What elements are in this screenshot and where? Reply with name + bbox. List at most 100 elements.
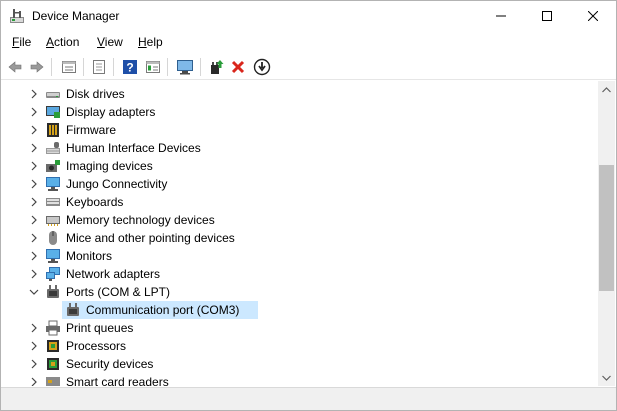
disable-device-button[interactable] (252, 57, 272, 77)
chevron-right-icon[interactable] (28, 213, 40, 227)
tree-item-label: Imaging devices (66, 159, 153, 173)
hid-icon (46, 142, 60, 154)
scrollbar-thumb[interactable] (599, 165, 614, 291)
tree-item-label: Firmware (66, 123, 116, 137)
disk-drive-icon (46, 92, 60, 98)
chevron-right-icon[interactable] (28, 141, 40, 155)
tree-item-label: Jungo Connectivity (66, 177, 168, 191)
chevron-right-icon[interactable] (28, 177, 40, 191)
tree-item-label: Smart card readers (66, 375, 169, 386)
close-button[interactable] (570, 1, 616, 31)
forward-arrow-icon (30, 61, 44, 73)
monitor-icon (46, 249, 60, 263)
chevron-right-icon[interactable] (28, 267, 40, 281)
chevron-right-icon[interactable] (28, 339, 40, 353)
port-icon (67, 303, 79, 316)
tree-item-display-adapters[interactable]: Display adapters (2, 103, 597, 121)
disable-device-icon (253, 58, 271, 76)
tree-item-ports[interactable]: Ports (COM & LPT) (2, 283, 597, 301)
scroll-down-button[interactable] (598, 369, 615, 386)
tree-item-communication-port-com3[interactable]: Communication port (COM3) (2, 301, 597, 319)
keyboard-icon (46, 198, 60, 206)
toolbar: ? (1, 54, 616, 80)
chevron-down-icon (602, 375, 611, 381)
show-hidden-button[interactable] (89, 57, 109, 77)
chevron-right-icon[interactable] (28, 231, 40, 245)
uninstall-icon (231, 60, 245, 74)
printer-icon (46, 320, 60, 336)
chevron-right-icon[interactable] (28, 357, 40, 371)
menu-help[interactable]: Help (138, 35, 163, 49)
chevron-right-icon[interactable] (28, 195, 40, 209)
tree-item-label: Display adapters (66, 105, 156, 119)
menu-action[interactable]: Action (46, 35, 79, 49)
scroll-up-button[interactable] (598, 81, 615, 98)
menu-file[interactable]: File (12, 35, 31, 49)
help-icon: ? (123, 60, 137, 75)
minimize-icon (496, 15, 506, 17)
title-bar[interactable]: Device Manager (1, 1, 616, 31)
tree-item-processors[interactable]: Processors (2, 337, 597, 355)
chevron-right-icon[interactable] (28, 159, 40, 173)
scan-hardware-button[interactable] (175, 57, 195, 77)
tree-item-imaging-devices[interactable]: Imaging devices (2, 157, 597, 175)
memory-icon (46, 216, 60, 226)
smart-card-icon (46, 377, 60, 386)
console-tree-icon (146, 61, 160, 73)
chevron-right-icon[interactable] (28, 123, 40, 137)
tree-item-mice[interactable]: Mice and other pointing devices (2, 229, 597, 247)
tree-item-network-adapters[interactable]: Network adapters (2, 265, 597, 283)
display-adapter-icon (46, 106, 60, 118)
tree-item-firmware[interactable]: Firmware (2, 121, 597, 139)
back-arrow-icon (8, 61, 22, 73)
help-button[interactable]: ? (120, 57, 140, 77)
menu-view[interactable]: View (97, 35, 123, 49)
update-driver-icon (211, 60, 224, 74)
menu-bar: File Action View Help (1, 32, 616, 53)
chevron-right-icon[interactable] (28, 87, 40, 101)
chevron-right-icon[interactable] (28, 375, 40, 386)
tree-item-label: Security devices (66, 357, 154, 371)
vertical-scrollbar[interactable] (598, 81, 615, 386)
tree-item-monitors[interactable]: Monitors (2, 247, 597, 265)
console-tree-button[interactable] (143, 57, 163, 77)
toolbar-separator (51, 58, 52, 76)
firmware-icon (47, 123, 59, 137)
maximize-icon (542, 11, 552, 21)
properties-button[interactable] (59, 57, 79, 77)
scan-hardware-icon (177, 60, 193, 75)
tree-item-keyboards[interactable]: Keyboards (2, 193, 597, 211)
network-icon (46, 267, 60, 281)
monitor-icon (46, 177, 60, 191)
forward-button[interactable] (27, 57, 47, 77)
back-button[interactable] (5, 57, 25, 77)
show-hidden-icon (93, 60, 105, 74)
chevron-down-icon[interactable] (28, 285, 40, 299)
update-driver-button[interactable] (206, 57, 226, 77)
uninstall-button[interactable] (228, 57, 248, 77)
device-tree[interactable]: Disk drives Display adapters Firmware Hu… (2, 81, 597, 386)
port-icon (47, 285, 59, 298)
tree-item-memory-technology-devices[interactable]: Memory technology devices (2, 211, 597, 229)
tree-item-print-queues[interactable]: Print queues (2, 319, 597, 337)
tree-item-label: Communication port (COM3) (86, 303, 240, 317)
chevron-right-icon[interactable] (28, 321, 40, 335)
minimize-button[interactable] (478, 1, 524, 31)
toolbar-separator (113, 58, 114, 76)
tree-item-disk-drives[interactable]: Disk drives (2, 85, 597, 103)
close-icon (588, 11, 598, 21)
maximize-button[interactable] (524, 1, 570, 31)
chevron-right-icon[interactable] (28, 249, 40, 263)
tree-item-human-interface-devices[interactable]: Human Interface Devices (2, 139, 597, 157)
tree-item-smart-card-readers[interactable]: Smart card readers (2, 373, 597, 386)
tree-item-label: Human Interface Devices (66, 141, 201, 155)
tree-item-label: Mice and other pointing devices (66, 231, 235, 245)
chevron-right-icon[interactable] (28, 105, 40, 119)
tree-item-label: Network adapters (66, 267, 161, 281)
tree-item-label: Keyboards (66, 195, 124, 209)
camera-icon (46, 160, 60, 172)
tree-item-jungo-connectivity[interactable]: Jungo Connectivity (2, 175, 597, 193)
tree-item-label: Disk drives (66, 87, 125, 101)
tree-item-label: Monitors (66, 249, 113, 263)
tree-item-security-devices[interactable]: Security devices (2, 355, 597, 373)
